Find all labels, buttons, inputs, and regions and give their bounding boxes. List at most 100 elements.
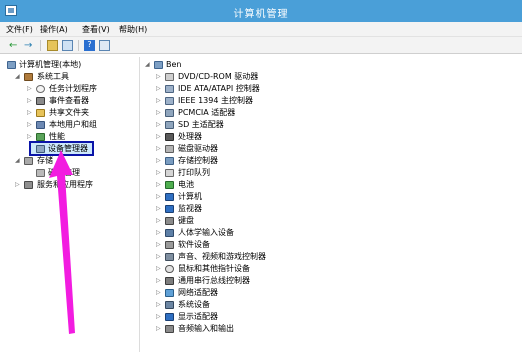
tree-item-device-manager[interactable]: 设备管理器 <box>36 143 92 155</box>
device-manager-icon <box>36 145 45 153</box>
device-category[interactable]: ▷ 磁盘驱动器 <box>156 143 356 155</box>
device-category[interactable]: ▷ IDE ATA/ATAPI 控制器 <box>156 83 356 95</box>
collapse-arrow-icon[interactable]: ◢ <box>15 155 22 167</box>
dvd-drive-icon <box>165 73 174 81</box>
pcmcia-adapter-icon <box>165 109 174 117</box>
monitor-icon <box>165 205 174 213</box>
users-icon <box>36 121 45 129</box>
device-category[interactable]: ▷ 系统设备 <box>156 299 356 311</box>
tree-item-computer-root[interactable]: ◢ Ben <box>145 59 345 71</box>
expand-arrow-icon[interactable]: ▷ <box>156 275 163 287</box>
tree-item-storage[interactable]: ◢ 存储 <box>15 155 132 167</box>
event-viewer-icon <box>36 97 45 105</box>
collapse-arrow-icon[interactable]: ◢ <box>15 71 22 83</box>
device-category[interactable]: ▷ 存储控制器 <box>156 155 356 167</box>
device-category[interactable]: ▷ 处理器 <box>156 131 356 143</box>
device-category[interactable]: ▷ PCMCIA 适配器 <box>156 107 356 119</box>
device-category[interactable]: ▷ 电池 <box>156 179 356 191</box>
device-category[interactable]: ▷ 计算机 <box>156 191 356 203</box>
menu-file[interactable]: 文件(F) <box>6 24 33 35</box>
tools-icon <box>24 73 33 81</box>
expand-arrow-icon[interactable]: ▷ <box>156 95 163 107</box>
device-category[interactable]: ▷ 显示适配器 <box>156 311 356 323</box>
expand-arrow-icon[interactable]: ▷ <box>156 107 163 119</box>
expand-arrow-icon[interactable]: ▷ <box>156 299 163 311</box>
tree-item-shared-folders[interactable]: ▷ 共享文件夹 <box>27 107 132 119</box>
expand-arrow-icon[interactable]: ▷ <box>156 179 163 191</box>
device-category[interactable]: ▷ 鼠标和其他指针设备 <box>156 263 356 275</box>
expand-arrow-icon[interactable]: ▷ <box>156 83 163 95</box>
device-category[interactable]: ▷ IEEE 1394 主控制器 <box>156 95 356 107</box>
services-icon <box>24 181 33 189</box>
expand-arrow-icon[interactable]: ▷ <box>156 323 163 335</box>
computer-icon <box>165 193 174 201</box>
expand-arrow-icon[interactable]: ▷ <box>156 143 163 155</box>
expand-arrow-icon[interactable]: ▷ <box>156 251 163 263</box>
expand-arrow-icon[interactable]: ▷ <box>156 227 163 239</box>
ide-controller-icon <box>165 85 174 93</box>
menu-bar: 文件(F) 操作(A) 查看(V) 帮助(H) <box>0 22 522 37</box>
expand-arrow-icon[interactable]: ▷ <box>15 179 22 191</box>
tree-item-system-tools[interactable]: ◢ 系统工具 <box>15 71 132 83</box>
menu-view[interactable]: 查看(V) <box>82 24 110 35</box>
tree-item-event-viewer[interactable]: ▷ 事件查看器 <box>27 95 132 107</box>
forward-icon[interactable]: → <box>24 40 35 51</box>
expand-arrow-icon[interactable]: ▷ <box>156 131 163 143</box>
pane-divider[interactable] <box>139 57 140 352</box>
expand-arrow-icon[interactable]: ▷ <box>27 95 34 107</box>
device-category[interactable]: ▷ 声音、视频和游戏控制器 <box>156 251 356 263</box>
menu-action[interactable]: 操作(A) <box>40 24 68 35</box>
shared-folder-icon <box>36 109 45 117</box>
disk-drive-icon <box>165 145 174 153</box>
device-category[interactable]: ▷ 网络适配器 <box>156 287 356 299</box>
expand-arrow-icon[interactable]: ▷ <box>156 203 163 215</box>
title-bar: 计算机管理 <box>0 0 522 22</box>
properties-icon[interactable] <box>99 40 110 51</box>
ieee1394-controller-icon <box>165 97 174 105</box>
storage-icon <box>24 157 33 165</box>
help-icon[interactable]: ? <box>84 40 95 51</box>
expand-arrow-icon[interactable]: ▷ <box>156 71 163 83</box>
storage-controller-icon <box>165 157 174 165</box>
expand-arrow-icon[interactable]: ▷ <box>156 191 163 203</box>
device-category[interactable]: ▷ DVD/CD-ROM 驱动器 <box>156 71 356 83</box>
expand-arrow-icon[interactable]: ▷ <box>156 215 163 227</box>
expand-arrow-icon[interactable]: ▷ <box>156 155 163 167</box>
back-icon[interactable]: ← <box>9 40 20 51</box>
display-adapter-icon <box>165 313 174 321</box>
toolbar-separator <box>40 40 41 51</box>
device-category[interactable]: ▷ SD 主适配器 <box>156 119 356 131</box>
up-folder-icon[interactable] <box>47 40 58 51</box>
sound-device-icon <box>165 253 174 261</box>
device-category[interactable]: ▷ 软件设备 <box>156 239 356 251</box>
expand-arrow-icon[interactable]: ▷ <box>27 83 34 95</box>
performance-icon <box>36 133 45 141</box>
keyboard-icon <box>165 217 174 225</box>
system-device-icon <box>165 301 174 309</box>
device-category[interactable]: ▷ 音频输入和输出 <box>156 323 356 335</box>
collapse-arrow-icon[interactable]: ◢ <box>145 59 152 71</box>
device-category[interactable]: ▷ 人体学输入设备 <box>156 227 356 239</box>
device-category[interactable]: ▷ 键盘 <box>156 215 356 227</box>
expand-arrow-icon[interactable]: ▷ <box>156 239 163 251</box>
expand-arrow-icon[interactable]: ▷ <box>156 167 163 179</box>
window-title: 计算机管理 <box>233 9 289 20</box>
menu-help[interactable]: 帮助(H) <box>119 24 147 35</box>
disk-icon <box>36 169 45 177</box>
tree-item-services[interactable]: ▷ 服务和应用程序 <box>15 179 132 191</box>
device-category[interactable]: ▷ 监视器 <box>156 203 356 215</box>
expand-arrow-icon[interactable]: ▷ <box>27 119 34 131</box>
tree-item-task-scheduler[interactable]: ▷ 任务计划程序 <box>27 83 132 95</box>
toolbar-separator <box>78 40 79 51</box>
tree-item-local-users[interactable]: ▷ 本地用户和组 <box>27 119 132 131</box>
expand-arrow-icon[interactable]: ▷ <box>156 311 163 323</box>
tree-item-disk-management[interactable]: 磁盘管理 <box>36 167 132 179</box>
expand-arrow-icon[interactable]: ▷ <box>156 119 163 131</box>
expand-arrow-icon[interactable]: ▷ <box>156 263 163 275</box>
device-category[interactable]: ▷ 打印队列 <box>156 167 356 179</box>
expand-arrow-icon[interactable]: ▷ <box>156 287 163 299</box>
expand-arrow-icon[interactable]: ▷ <box>27 107 34 119</box>
show-tree-icon[interactable] <box>62 40 73 51</box>
device-category[interactable]: ▷ 通用串行总线控制器 <box>156 275 356 287</box>
tree-item-root[interactable]: 计算机管理(本地) <box>7 59 132 71</box>
